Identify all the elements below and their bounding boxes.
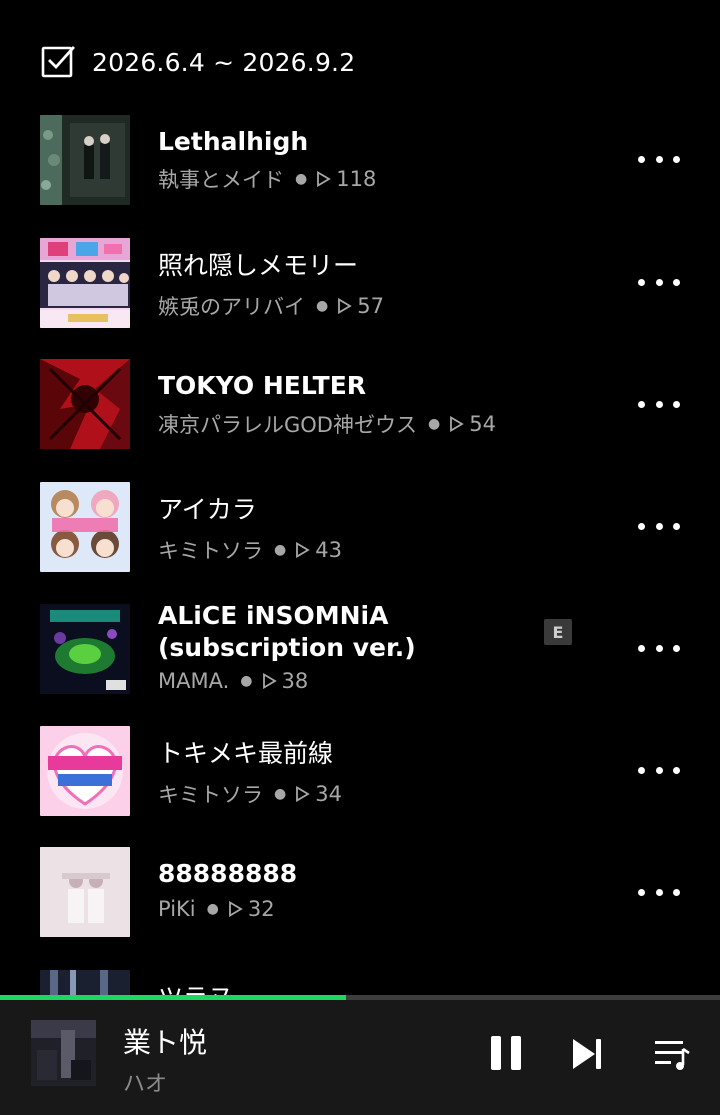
now-playing-artwork [31,1020,96,1086]
play-count-icon [262,673,277,689]
pause-icon[interactable] [488,1033,524,1073]
track-subtitle: 凍京パラレルGOD神ゼウス ● 54 [158,409,496,439]
playback-progress-bar[interactable] [0,995,720,1000]
track-title: Lethalhigh [158,127,309,156]
track-artist: 執事とメイド [158,168,284,192]
track-title: 照れ隠しメモリー [158,251,359,280]
more-options-icon[interactable] [638,880,680,904]
track-artwork [40,604,130,694]
track-title: TOKYO HELTER [158,371,367,400]
track-artist: 凍京パラレルGOD神ゼウス [158,413,417,437]
track-artwork [40,482,130,572]
track-title: ALiCE iNSOMNiA (subscription ver.) [158,601,416,662]
track-row[interactable]: TOKYO HELTER 凍京パラレルGOD神ゼウス ● 54 [0,352,720,474]
separator-dot: ● [240,673,253,689]
now-playing-bar[interactable]: 業ト悦 ハオ [0,995,720,1115]
track-row[interactable]: ツラヌ [0,962,720,995]
now-playing-title: 業ト悦 [123,1026,208,1059]
track-title: 88888888 [158,859,298,888]
track-subtitle: MAMA. ● 38 [158,669,308,693]
play-count-icon [338,298,352,314]
track-row[interactable]: Lethalhigh 執事とメイド ● 118 [0,108,720,230]
separator-dot: ● [274,786,287,802]
track-title: アイカラ [158,495,257,524]
play-count-icon [296,542,310,558]
track-artwork [40,970,130,995]
separator-dot: ● [274,542,287,558]
separator-dot: ● [295,171,308,187]
more-options-icon[interactable] [638,514,680,538]
play-count: 32 [247,897,275,921]
track-artwork [40,115,130,205]
play-count: 57 [357,294,384,318]
track-artwork [40,847,130,937]
track-artwork [40,238,130,328]
separator-dot: ● [316,298,329,314]
track-subtitle: キミトソラ ● 43 [158,535,342,565]
track-artist: 嫉兎のアリバイ [158,295,305,319]
track-row[interactable]: トキメキ最前線 キミトソラ ● 34 [0,718,720,840]
track-subtitle: 嫉兎のアリバイ ● 57 [158,291,384,321]
track-artist: キミトソラ [158,783,263,807]
play-count-icon [317,171,331,187]
play-count: 43 [315,538,342,562]
play-count: 54 [469,412,496,436]
queue-icon[interactable] [653,1037,691,1073]
skip-next-icon[interactable] [570,1036,606,1072]
track-artist: キミトソラ [158,539,263,563]
play-count-icon [228,901,243,917]
play-count: 38 [281,669,309,693]
play-count-icon [296,786,310,802]
play-count-icon [450,416,464,432]
track-subtitle: キミトソラ ● 34 [158,779,342,809]
track-title: ツラヌ [158,982,538,995]
track-artist: PiKi [158,897,196,921]
track-artist: MAMA. [158,669,230,693]
track-subtitle: PiKi ● 32 [158,897,275,921]
track-row[interactable]: アイカラ キミトソラ ● 43 [0,474,720,596]
now-playing-artist: ハオ [123,1072,168,1097]
separator-dot: ● [206,901,219,917]
track-row[interactable]: 88888888 PiKi ● 32 [0,840,720,962]
track-title: トキメキ最前線 [158,739,334,768]
play-count: 34 [315,782,342,806]
playback-progress-fill [0,995,346,1000]
track-row[interactable]: ALiCE iNSOMNiA (subscription ver.) E MAM… [0,596,720,718]
more-options-icon[interactable] [638,636,680,660]
more-options-icon[interactable] [638,758,680,782]
track-artwork [40,359,130,449]
track-row[interactable]: 照れ隠しメモリー 嫉兎のアリバイ ● 57 [0,230,720,352]
play-count: 118 [336,167,377,191]
explicit-badge: E [544,619,572,645]
separator-dot: ● [427,416,441,432]
track-subtitle: 執事とメイド ● 118 [158,164,376,194]
track-artwork [40,726,130,816]
more-options-icon[interactable] [638,270,680,294]
more-options-icon[interactable] [638,147,680,171]
more-options-icon[interactable] [638,392,680,416]
track-list: Lethalhigh 執事とメイド ● 118 照れ隠しメモリー 嫉兎のアリバイ… [0,0,720,995]
